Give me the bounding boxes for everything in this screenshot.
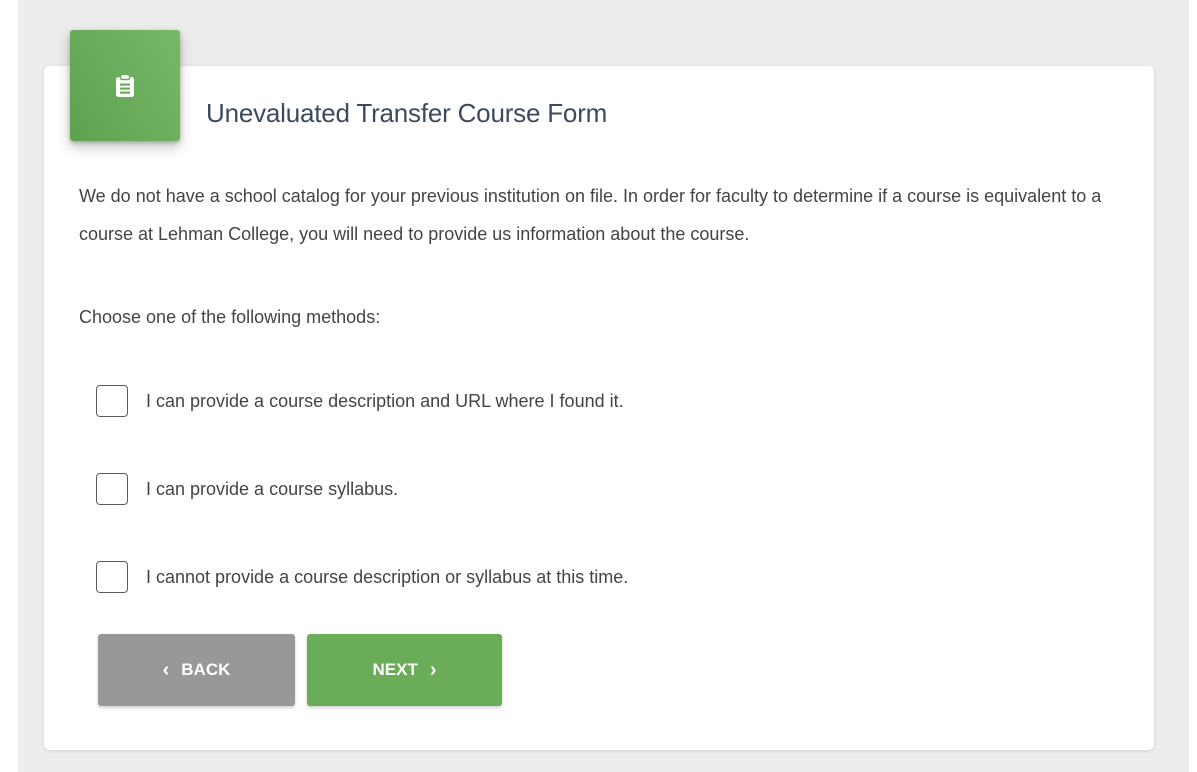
checkbox-course-syllabus[interactable] <box>96 473 128 505</box>
back-button-label: BACK <box>181 660 231 679</box>
checkbox-cannot-provide[interactable] <box>96 561 128 593</box>
method-prompt: Choose one of the following methods: <box>79 307 381 327</box>
next-button[interactable]: NEXT › <box>307 634 502 706</box>
back-button[interactable]: ‹ BACK <box>98 634 295 706</box>
intro-text: We do not have a school catalog for your… <box>79 186 1102 244</box>
option-course-syllabus[interactable]: I can provide a course syllabus. <box>96 473 398 505</box>
form-header-badge <box>70 30 180 141</box>
page-title: Unevaluated Transfer Course Form <box>206 98 608 128</box>
option-course-description[interactable]: I can provide a course description and U… <box>96 385 624 417</box>
clipboard-icon <box>115 73 135 98</box>
next-button-label: NEXT <box>372 660 418 679</box>
option-label: I can provide a course syllabus. <box>146 478 399 499</box>
page-edge-left <box>0 0 18 772</box>
option-cannot-provide[interactable]: I cannot provide a course description or… <box>96 561 628 593</box>
page-edge-right <box>1189 0 1197 772</box>
option-label: I cannot provide a course description or… <box>146 566 629 587</box>
chevron-left-icon: ‹ <box>162 659 170 681</box>
option-label: I can provide a course description and U… <box>146 390 624 411</box>
checkbox-course-description[interactable] <box>96 385 128 417</box>
chevron-right-icon: › <box>429 659 437 681</box>
